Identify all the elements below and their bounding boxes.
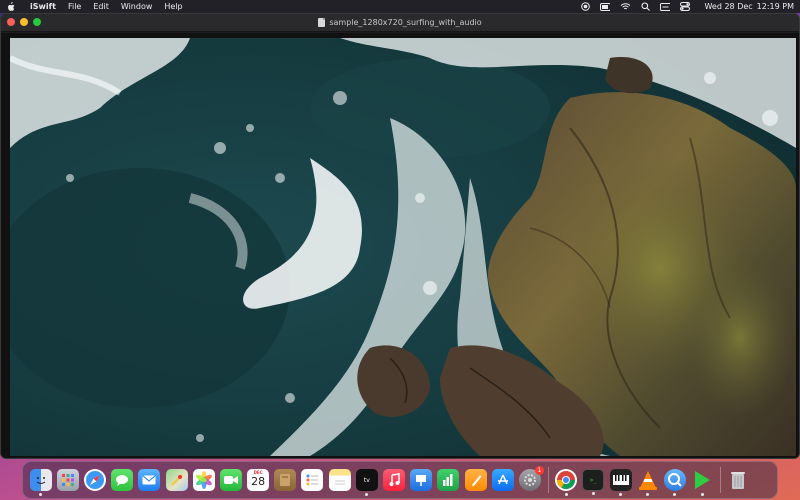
reminders-icon[interactable] [301,469,324,491]
photos-icon[interactable] [192,469,215,491]
music-icon[interactable] [383,469,406,491]
player-window: sample_1280x720_surfing_with_audio [0,13,800,459]
display-icon[interactable] [660,2,671,12]
clock-time: 12:19 PM [756,2,794,11]
chrome-icon[interactable] [555,469,578,496]
maps-icon[interactable] [165,469,188,491]
terminal-icon[interactable]: >_ [582,469,605,495]
quicktime-icon[interactable] [663,469,686,496]
mail-icon[interactable] [138,469,161,491]
dock: DEC 28 tv 1 >_ [22,461,778,499]
aerial-surf-video-image [10,38,796,456]
notebook-icon[interactable] [274,469,297,491]
pages-icon[interactable] [464,469,487,491]
safari-icon[interactable] [83,469,106,491]
apple-tv-icon[interactable]: tv [355,469,378,496]
system-settings-icon[interactable]: 1 [518,466,544,491]
menu-bar: iSwift File Edit Window Help Wed 28 Dec 1… [0,0,800,13]
settings-badge: 1 [534,466,544,475]
menu-help[interactable]: Help [164,0,182,13]
wifi-icon[interactable] [620,2,631,12]
zoom-button[interactable] [33,18,41,26]
launchpad-icon[interactable] [56,469,79,491]
record-icon[interactable] [580,2,590,12]
minimize-button[interactable] [20,18,28,26]
traffic-lights [7,18,46,26]
window-title-text: sample_1280x720_surfing_with_audio [329,18,482,27]
apple-menu-icon[interactable] [6,1,16,12]
keynote-icon[interactable] [410,469,433,491]
document-icon [318,18,326,27]
video-area[interactable] [1,33,799,458]
calendar-icon[interactable]: DEC 28 [247,469,270,491]
numbers-icon[interactable] [437,469,460,491]
search-icon[interactable] [640,2,650,12]
battery-icon[interactable] [600,2,611,12]
menu-window[interactable]: Window [121,0,153,13]
calendar-day: 28 [251,475,266,488]
menu-edit[interactable]: Edit [93,0,109,13]
window-titlebar[interactable]: sample_1280x720_surfing_with_audio [1,14,799,32]
messages-icon[interactable] [111,469,134,491]
notes-icon[interactable] [328,469,351,491]
video-frame[interactable] [10,38,796,456]
app-store-icon[interactable] [491,469,514,491]
menu-file[interactable]: File [68,0,81,13]
menu-app-name[interactable]: iSwift [30,0,56,13]
finder-icon[interactable] [29,469,52,496]
trash-icon[interactable] [727,469,749,491]
close-button[interactable] [7,18,15,26]
control-center-icon[interactable] [680,2,691,12]
clock-date: Wed 28 Dec [704,2,753,11]
facetime-icon[interactable] [219,469,242,491]
window-title: sample_1280x720_surfing_with_audio [318,18,482,27]
play-icon[interactable] [691,469,713,496]
vlc-icon[interactable] [637,469,659,496]
piano-icon[interactable] [609,469,632,496]
dock-separator [547,467,549,493]
menu-clock[interactable]: Wed 28 Dec 12:19 PM [700,2,794,11]
dock-separator-2 [719,467,721,493]
